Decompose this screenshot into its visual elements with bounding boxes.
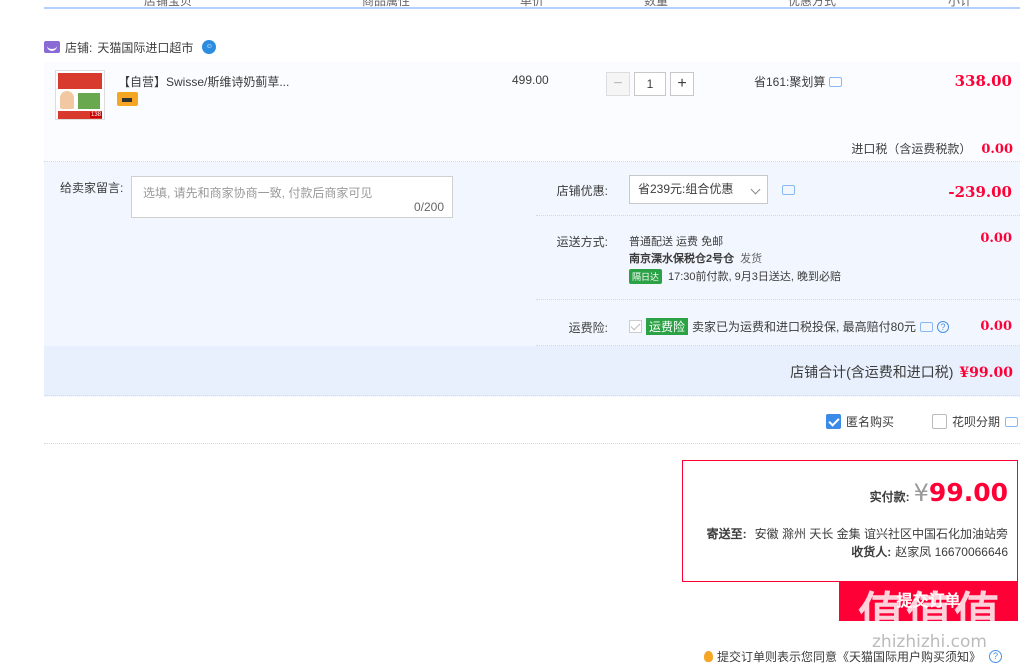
shop-discount-select[interactable]: 省239元:组合优惠 — [629, 175, 768, 204]
quantity-minus-button[interactable]: − — [606, 72, 630, 96]
address-label: 寄送至: — [706, 527, 747, 541]
next-day-badge: 隔日达 — [629, 268, 663, 284]
receiver-label: 收货人: — [851, 545, 892, 559]
currency-symbol: ¥ — [913, 479, 929, 507]
shop-name-link[interactable]: 天猫国际进口超市 — [97, 39, 193, 56]
delivery-eta: 隔日达 17:30前付款, 9月3日送达, 晚到必赔 — [629, 268, 841, 284]
import-tax-label: 进口税（含运费税款） — [851, 142, 972, 156]
anonymous-checkbox[interactable] — [826, 414, 841, 429]
promo-text: 省161:聚划算 — [754, 75, 826, 89]
shop-label: 店铺: — [65, 40, 93, 55]
wangwang-chat-icon[interactable]: ☺ — [202, 40, 217, 54]
payment-amount: 99.00 — [928, 478, 1008, 507]
warehouse-name: 南京溧水保税仓2号仓 — [629, 253, 735, 265]
payment-label: 实付款: — [869, 490, 910, 504]
insurance-label: 运费险: — [568, 321, 608, 335]
receiver-text: 赵家凤 16670066646 — [895, 545, 1008, 559]
insurance-description: 卖家已为运费和进口税投保, 最高赔付80元 — [692, 320, 917, 334]
message-char-count: 0/200 — [413, 200, 444, 214]
payment-amount-line: 实付款: ¥99.00 — [690, 478, 1008, 507]
column-headers: 店铺宝贝 商品属性 单价 数量 优惠方式 小计 — [44, 0, 1020, 8]
insurance-tag: 运费险 — [646, 318, 689, 335]
promo-method: 省161:聚划算 — [754, 73, 843, 90]
insurance-amount: 0.00 — [980, 319, 1012, 334]
huabei-installment-option[interactable]: 花呗分期 — [932, 413, 1019, 430]
anonymous-purchase-option[interactable]: 匿名购买 — [826, 413, 894, 430]
agreement-text[interactable]: 提交订单则表示您同意《天猫国际用户购买须知》 — [717, 648, 981, 665]
quantity-plus-button[interactable]: + — [670, 72, 694, 96]
quantity-input[interactable]: 1 — [634, 72, 666, 96]
thumbnail-price-tag: 138 — [89, 112, 102, 118]
anonymous-label: 匿名购买 — [846, 415, 895, 429]
shop-discount-amount: -239.00 — [948, 183, 1012, 201]
shop-total: 店铺合计(含运费和进口税) ¥99.00 — [700, 362, 1013, 382]
quantity-stepper: − 1 + — [606, 72, 694, 96]
shipping-warehouse: 南京溧水保税仓2号仓 发货 — [629, 250, 762, 266]
shop-total-value: ¥99.00 — [959, 365, 1013, 381]
agreement-help-icon[interactable]: ? — [989, 650, 1003, 663]
chevron-down-icon — [750, 184, 761, 195]
huabei-label: 花呗分期 — [952, 415, 1001, 429]
shipping-amount: 0.00 — [980, 231, 1012, 246]
insurance-checkbox — [629, 320, 642, 333]
message-label: 给卖家留言: — [60, 181, 124, 195]
huabei-info-icon[interactable] — [1005, 416, 1019, 427]
discount-info-icon[interactable] — [782, 185, 795, 195]
huabei-checkbox[interactable] — [932, 414, 947, 429]
tip-icon — [704, 651, 713, 662]
shipping-address: 寄送至: 安徽 滁州 天长 金集 谊兴社区中国石化加油站旁 — [690, 525, 1008, 542]
product-thumbnail[interactable]: 138 — [55, 70, 105, 120]
import-tax-value: 0.00 — [981, 142, 1013, 157]
receiver-info: 收货人: 赵家凤 16670066646 — [690, 543, 1008, 560]
insurance-info: 运费险 卖家已为运费和进口税投保, 最高赔付80元 ? — [629, 318, 950, 335]
header-underline — [44, 7, 1020, 9]
divider — [44, 443, 1020, 444]
product-title-link[interactable]: 【自营】Swisse/斯维诗奶蓟草... — [118, 73, 289, 90]
delivery-eta-text: 17:30前付款, 9月3日送达, 晚到必赔 — [668, 271, 842, 283]
shop-discount-label: 店铺优惠: — [556, 184, 608, 198]
shop-discount-selected: 省239元:组合优惠 — [638, 182, 734, 196]
message-placeholder: 选填, 请先和商家协商一致, 付款后商家可见 — [143, 186, 373, 200]
shop-row: 店铺: 天猫国际进口超市 ☺ — [44, 38, 217, 56]
message-to-seller-input[interactable]: 选填, 请先和商家协商一致, 付款后商家可见 0/200 — [131, 176, 453, 218]
shipping-label: 运送方式: — [556, 235, 608, 249]
help-icon[interactable]: ? — [937, 320, 950, 333]
insurance-chat-icon[interactable] — [920, 321, 934, 332]
tmall-shop-icon — [44, 41, 60, 53]
agreement-notice: 提交订单则表示您同意《天猫国际用户购买须知》 ? — [704, 648, 1003, 665]
shop-total-label: 店铺合计(含运费和进口税) — [790, 364, 954, 380]
shipping-method: 普通配送 运费 免邮 — [629, 236, 724, 248]
unit-price: 499.00 — [512, 73, 549, 87]
dispatch-text: 发货 — [740, 253, 763, 265]
shipping-row — [536, 216, 1020, 300]
import-tax-row: 进口税（含运费税款） 0.00 — [700, 140, 1013, 157]
credit-card-icon — [117, 92, 138, 106]
address-text: 安徽 滁州 天长 金集 谊兴社区中国石化加油站旁 — [754, 527, 1008, 541]
promo-info-icon[interactable] — [829, 76, 843, 87]
item-subtotal: 338.00 — [954, 72, 1012, 90]
